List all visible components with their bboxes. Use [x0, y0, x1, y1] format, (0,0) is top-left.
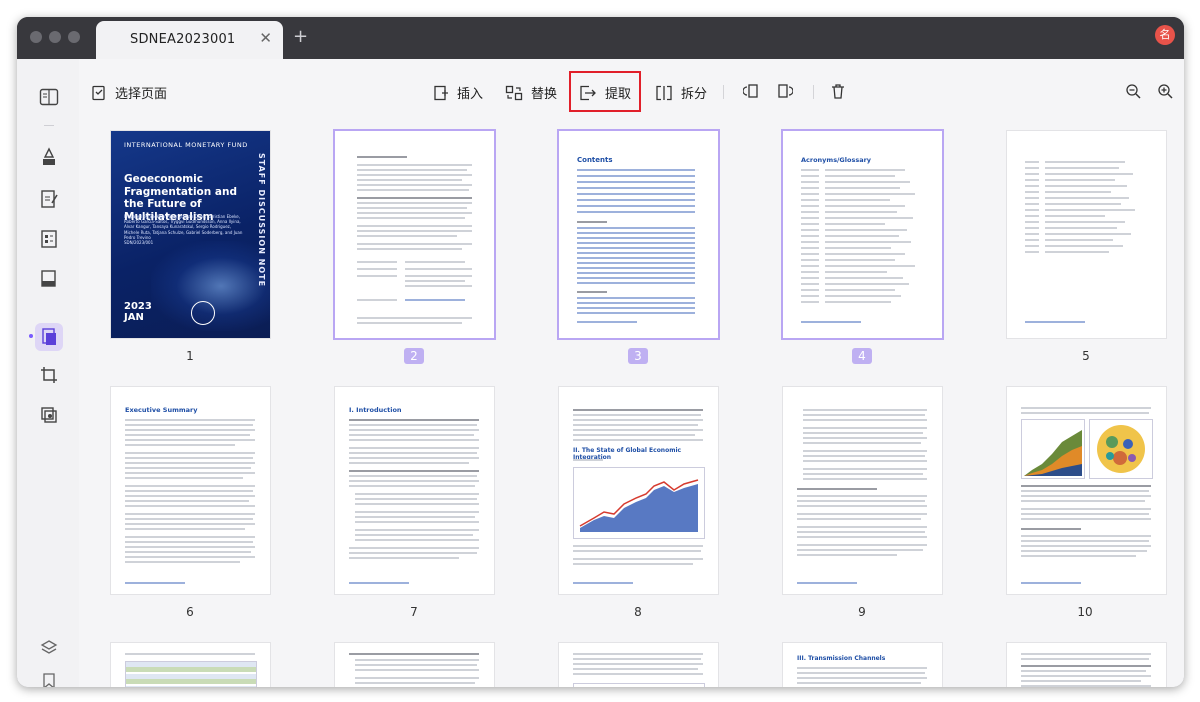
document-tab[interactable]: SDNEA2023001 ✕: [96, 21, 283, 59]
select-pages-icon: [91, 85, 107, 101]
zoom-out-icon: [1125, 83, 1141, 99]
page-number: 5: [1082, 349, 1090, 363]
window-close-dot[interactable]: [30, 31, 42, 43]
trash-icon: [830, 83, 846, 99]
page-thumbnail[interactable]: [1007, 387, 1166, 594]
edit-pdf-icon[interactable]: [37, 187, 61, 211]
page-thumbnail[interactable]: [335, 131, 494, 338]
select-pages-button[interactable]: 选择页面: [91, 83, 167, 102]
replace-button[interactable]: 替换: [505, 83, 557, 102]
page-number-selected: 3: [628, 348, 648, 364]
batch-icon[interactable]: [37, 403, 61, 427]
tab-close-icon[interactable]: ✕: [259, 29, 272, 47]
page-heading: III. Transmission Channels: [797, 655, 886, 662]
cover-side-label: STAFF DISCUSSION NOTE: [257, 153, 266, 288]
comment-icon[interactable]: [37, 145, 61, 169]
page-thumbnail[interactable]: Acronyms/Glossary: [783, 131, 942, 338]
sidebar-divider: [44, 125, 54, 126]
split-icon: [655, 85, 673, 101]
delete-button[interactable]: [830, 83, 846, 99]
page-number: 7: [410, 605, 418, 619]
page-number: 10: [1077, 605, 1093, 619]
split-button[interactable]: 拆分: [655, 83, 707, 102]
extract-highlight-box: [569, 71, 641, 112]
insert-button[interactable]: 插入: [433, 83, 483, 102]
cover-code: SDN/2023/001: [124, 240, 154, 246]
page-thumbnail[interactable]: [111, 643, 270, 687]
app-window: SDNEA2023001 ✕ + 名 选择页面 插入 替换 提取 拆分 INTE…: [17, 17, 1184, 687]
insert-icon: [433, 85, 449, 101]
protect-icon[interactable]: [37, 267, 61, 291]
page-thumbnail[interactable]: Executive Summary: [111, 387, 270, 594]
cover-org: INTERNATIONAL MONETARY FUND: [124, 141, 248, 149]
tab-title: SDNEA2023001: [130, 32, 236, 47]
window-minimize-dot[interactable]: [49, 31, 61, 43]
toolbar-divider: [813, 85, 814, 99]
toolbar-divider: [723, 85, 724, 99]
page-number-selected: 2: [404, 348, 424, 364]
page-thumbnail[interactable]: [559, 643, 718, 687]
page-table-graphic: [125, 661, 257, 687]
avatar[interactable]: 名: [1155, 25, 1175, 45]
new-tab-icon[interactable]: +: [293, 26, 308, 47]
page-organizer: 选择页面 插入 替换 提取 拆分 INTERNATIONAL MONETARY …: [79, 59, 1184, 687]
cover-authors: Prepared by Shekhar Aiyar, Jiaqian Chen,…: [124, 214, 244, 245]
page-number: 6: [186, 605, 194, 619]
crop-icon[interactable]: [37, 363, 61, 387]
page-thumbnail[interactable]: [1007, 643, 1166, 687]
page-number: 8: [634, 605, 642, 619]
page-number-selected: 4: [852, 348, 872, 364]
page-chart: [1021, 419, 1085, 479]
rotate-left-button[interactable]: [743, 83, 759, 99]
page-number: 1: [186, 349, 194, 363]
toolbar: 选择页面 插入 替换 提取 拆分: [79, 59, 1184, 121]
page-thumbnail[interactable]: Contents: [559, 131, 718, 338]
select-pages-label: 选择页面: [115, 87, 168, 102]
page-thumbnail[interactable]: [783, 387, 942, 594]
content-area: 选择页面 插入 替换 提取 拆分 INTERNATIONAL MONETARY …: [17, 59, 1184, 687]
rotate-right-button[interactable]: [777, 83, 793, 99]
zoom-in-icon: [1157, 83, 1173, 99]
split-label: 拆分: [681, 87, 708, 102]
page-thumbnail[interactable]: II. The State of Global Economic Integra…: [559, 387, 718, 594]
cover-month: JAN: [124, 312, 144, 323]
zoom-out-button[interactable]: [1125, 83, 1141, 99]
page-heading: Contents: [577, 156, 613, 164]
organize-pages-icon[interactable]: [35, 323, 63, 351]
page-heading: Acronyms/Glossary: [801, 156, 872, 164]
page-chart: [1089, 419, 1153, 479]
replace-icon: [505, 85, 523, 101]
bookmark-icon[interactable]: [37, 669, 61, 687]
page-chart: [573, 683, 705, 687]
page-heading: Executive Summary: [125, 406, 198, 414]
imf-seal-icon: [191, 301, 215, 325]
cover-page: INTERNATIONAL MONETARY FUND Geoeconomic …: [111, 131, 270, 338]
cover-authors-text: Prepared by Shekhar Aiyar, Jiaqian Chen,…: [124, 214, 243, 240]
page-thumbnail[interactable]: INTERNATIONAL MONETARY FUND Geoeconomic …: [111, 131, 270, 338]
rotate-right-icon: [777, 83, 793, 99]
rotate-left-icon: [743, 83, 759, 99]
zoom-in-button[interactable]: [1157, 83, 1173, 99]
page-thumbnail[interactable]: I. Introduction: [335, 387, 494, 594]
insert-label: 插入: [457, 87, 484, 102]
form-icon[interactable]: [37, 227, 61, 251]
replace-label: 替换: [531, 87, 558, 102]
active-indicator-dot: [29, 334, 33, 338]
reader-icon[interactable]: [37, 85, 61, 109]
page-chart: [573, 467, 705, 539]
left-sidebar: [17, 59, 80, 687]
cover-year: 2023: [124, 301, 152, 312]
window-zoom-dot[interactable]: [68, 31, 80, 43]
page-heading: I. Introduction: [349, 406, 402, 414]
cover-date: 2023 JAN: [124, 301, 152, 323]
page-thumbnail[interactable]: [1007, 131, 1166, 338]
page-thumbnail[interactable]: III. Transmission Channels: [783, 643, 942, 687]
page-thumbnail[interactable]: [335, 643, 494, 687]
title-bar: SDNEA2023001 ✕ + 名: [17, 17, 1184, 59]
layers-icon[interactable]: [37, 635, 61, 659]
page-number: 9: [858, 605, 866, 619]
